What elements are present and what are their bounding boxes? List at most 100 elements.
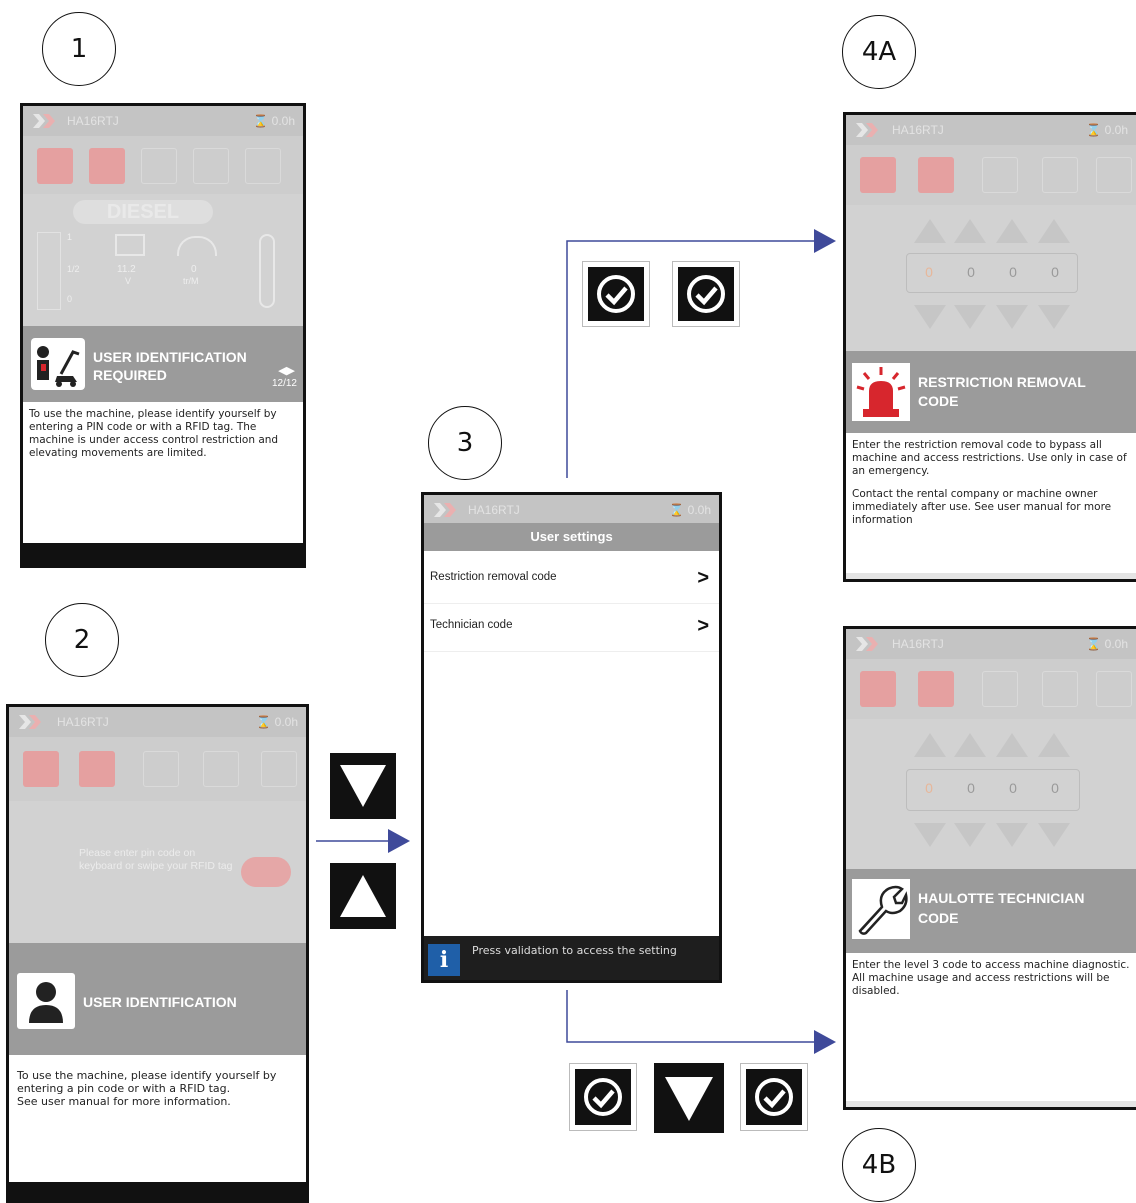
pin-entry-panel: Please enter pin code on keyboard or swi… (9, 801, 306, 943)
battery-unit: V (125, 276, 132, 286)
fuel-function-icon (79, 751, 115, 787)
step-2-label: 2 (45, 603, 119, 677)
code-digit-2: 0 (967, 780, 975, 796)
info-function-icon (245, 148, 281, 184)
check-circle-icon (584, 1078, 622, 1116)
digit-2-up-icon[interactable] (954, 733, 986, 757)
code-digits-box[interactable]: 0 0 0 0 (906, 253, 1078, 293)
digit-4-down-icon[interactable] (1038, 823, 1070, 847)
digit-3-down-icon[interactable] (996, 305, 1028, 329)
body-paragraph-1: Enter the restriction removal code to by… (852, 439, 1127, 477)
settings-function-icon (193, 148, 229, 184)
page-arrows-icon[interactable]: ◀▶ (278, 364, 295, 377)
arrow-3-to-4b (566, 990, 816, 1043)
code-digit-3: 0 (1009, 780, 1017, 796)
hour-meter-value: 0.0h (274, 715, 298, 729)
page-counter: 12/12 (271, 378, 297, 389)
wrench-icon (852, 879, 910, 939)
validate-key-button[interactable] (740, 1063, 808, 1131)
digit-4-down-icon[interactable] (1038, 305, 1070, 329)
down-triangle-icon (665, 1077, 713, 1121)
down-key-button[interactable] (654, 1063, 724, 1133)
chevron-right-icon: > (697, 615, 709, 637)
digit-2-down-icon[interactable] (954, 305, 986, 329)
validate-key-button[interactable] (672, 261, 740, 327)
validate-key-button[interactable] (582, 261, 650, 327)
machine-model: HA16RTJ (67, 114, 119, 128)
up-key-button[interactable] (330, 863, 396, 929)
message-title-line2: REQUIRED (93, 367, 167, 383)
hour-meter: ⌛ 0.0h (1086, 123, 1128, 137)
rpm-gauge-icon (177, 236, 217, 256)
digit-1-down-icon[interactable] (914, 823, 946, 847)
validate-key-button[interactable] (569, 1063, 637, 1131)
body-line-2: entering a pin code or with a RFID tag. (17, 1082, 231, 1095)
settings-function-icon (203, 751, 239, 787)
code-digits-box[interactable]: 0 0 0 0 (906, 769, 1080, 811)
message-header: HAULOTTE TECHNICIAN CODE (846, 869, 1136, 953)
message-title-line2: CODE (918, 393, 959, 409)
body-line-3: See user manual for more information. (17, 1095, 231, 1108)
digit-2-down-icon[interactable] (954, 823, 986, 847)
gauge-half-label: 1/2 (67, 264, 80, 274)
fuel-function-icon (918, 157, 954, 193)
info-bar: i Press validation to access the setting (424, 936, 719, 980)
gauge-empty-label: 0 (67, 294, 73, 304)
step-4b-label: 4B (842, 1128, 916, 1202)
info-function-icon (261, 751, 297, 787)
digit-4-up-icon[interactable] (1038, 733, 1070, 757)
step-4a-label: 4A (842, 15, 916, 89)
digit-3-up-icon[interactable] (996, 733, 1028, 757)
body-line-1: To use the machine, please identify your… (17, 1069, 277, 1082)
function-icon-row (846, 659, 1136, 719)
bottom-bar (9, 1182, 306, 1200)
engine-function-icon (143, 751, 179, 787)
alarm-beacon-icon (852, 363, 910, 421)
message-body: To use the machine, please identify your… (9, 1069, 306, 1108)
hour-meter: ⌛ 0.0h (256, 715, 298, 729)
code-digit-1: 0 (925, 264, 933, 280)
digit-1-up-icon[interactable] (914, 219, 946, 243)
user-icon (17, 973, 75, 1029)
hourglass-icon: ⌛ (1086, 637, 1105, 651)
digit-2-up-icon[interactable] (954, 219, 986, 243)
hourglass-icon: ⌛ (669, 503, 688, 517)
user-required-icon (31, 338, 85, 390)
down-triangle-icon (340, 765, 386, 807)
hourglass-icon: ⌛ (256, 715, 275, 729)
battery-function-icon (860, 157, 896, 193)
rpm-value: 0 (191, 264, 197, 275)
digit-4-up-icon[interactable] (1038, 219, 1070, 243)
info-text: Press validation to access the setting (472, 944, 677, 957)
rfid-tag-icon (241, 857, 291, 887)
digit-1-up-icon[interactable] (914, 733, 946, 757)
battery-icon (115, 234, 145, 256)
check-circle-icon (687, 275, 725, 313)
hour-meter-value: 0.0h (687, 503, 711, 517)
hour-meter: ⌛ 0.0h (1086, 637, 1128, 651)
haulotte-logo-icon (33, 114, 55, 128)
digit-1-down-icon[interactable] (914, 305, 946, 329)
engine-function-icon (141, 148, 177, 184)
info-function-icon (1096, 157, 1132, 193)
setting-row-technician-code[interactable]: Technician code > (424, 603, 719, 652)
bottom-bar (23, 543, 303, 565)
step-3-label: 3 (428, 406, 502, 480)
status-bar: HA16RTJ ⌛ 0.0h (846, 115, 1136, 145)
digit-3-up-icon[interactable] (996, 219, 1028, 243)
down-key-button[interactable] (330, 753, 396, 819)
info-function-icon (1096, 671, 1132, 707)
machine-model: HA16RTJ (892, 637, 944, 651)
fuel-gauge (37, 232, 61, 310)
fuel-type-label: DIESEL (73, 200, 213, 224)
hour-meter: ⌛ 0.0h (669, 503, 711, 517)
dashboard-panel: DIESEL 1 1/2 0 11.2 V 0 tr/M (23, 194, 303, 326)
gauge-full-label: 1 (67, 232, 73, 242)
setting-label: Technician code (430, 619, 513, 631)
setting-row-restriction-removal[interactable]: Restriction removal code > (424, 555, 719, 604)
machine-model: HA16RTJ (57, 715, 109, 729)
digit-3-down-icon[interactable] (996, 823, 1028, 847)
machine-model: HA16RTJ (468, 503, 520, 517)
haulotte-logo-icon (19, 715, 41, 729)
status-bar: HA16RTJ ⌛ 0.0h (9, 707, 306, 737)
